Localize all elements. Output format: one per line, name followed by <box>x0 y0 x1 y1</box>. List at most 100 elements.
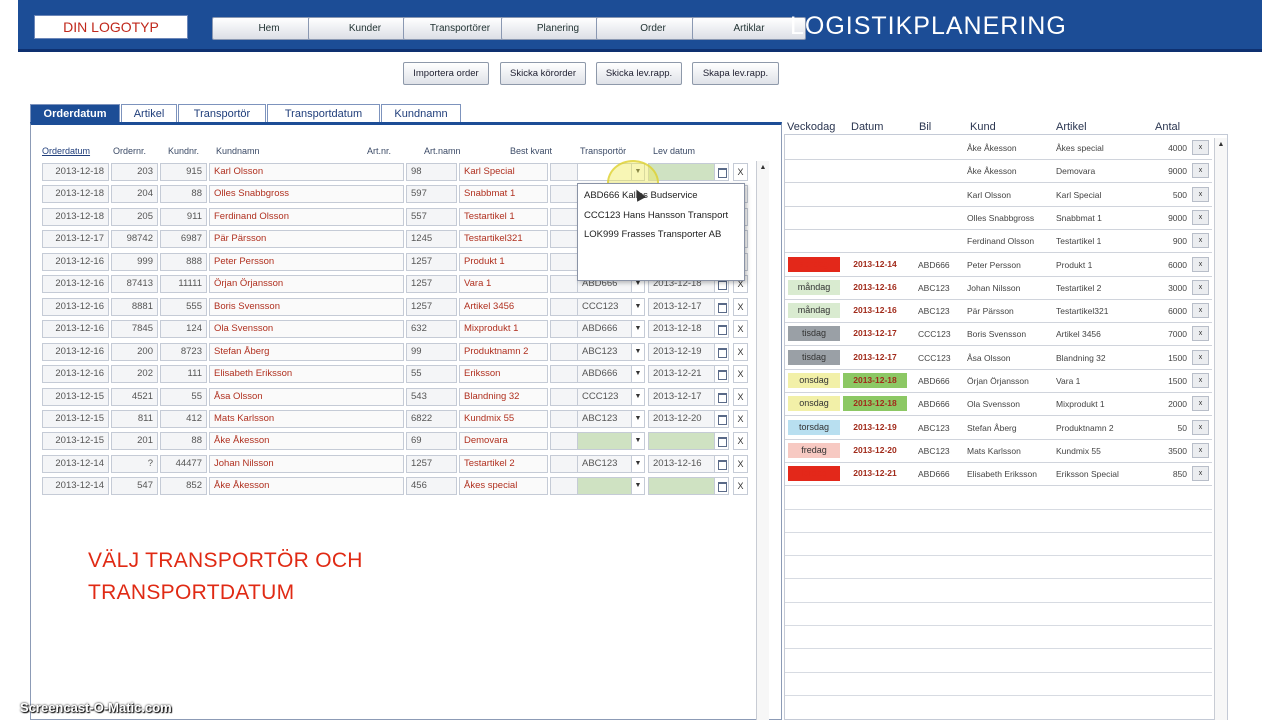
delivery-date-field[interactable] <box>648 432 715 451</box>
remove-icon[interactable]: x <box>1192 326 1209 342</box>
remove-icon[interactable]: x <box>1192 303 1209 319</box>
schedule-date: 2013-12-16 <box>853 281 897 292</box>
transporter-select[interactable]: CCC123 <box>577 387 632 406</box>
col-orderdatum[interactable]: Orderdatum <box>42 146 90 156</box>
schedule-row: Karl Olsson Karl Special 500 x <box>785 184 1212 207</box>
import-order-button[interactable]: Importera order <box>403 62 489 85</box>
remove-icon[interactable]: x <box>1192 279 1209 295</box>
close-icon[interactable]: X <box>733 432 748 451</box>
transporter-select[interactable]: ABD666 <box>577 365 632 384</box>
send-delivery-report-button[interactable]: Skicka lev.rapp. <box>596 62 682 85</box>
scroll-up-icon[interactable]: ▲ <box>757 162 769 173</box>
cell-orderdatum: 2013-12-16 <box>42 252 109 271</box>
calendar-icon[interactable] <box>714 454 729 473</box>
close-icon[interactable]: X <box>733 163 748 181</box>
transporter-select[interactable]: CCC123 <box>577 297 632 316</box>
close-icon[interactable]: X <box>733 342 748 361</box>
tab-kundnamn[interactable]: Kundnamn <box>381 104 461 123</box>
cell-artnr: 98 <box>406 163 457 181</box>
delivery-date-field[interactable]: 2013-12-20 <box>648 409 715 428</box>
delivery-date-field[interactable]: 2013-12-17 <box>648 297 715 316</box>
close-icon[interactable]: X <box>733 454 748 473</box>
nav-transportorer-button[interactable]: Transportörer <box>403 17 517 40</box>
close-icon[interactable]: X <box>733 297 748 316</box>
cell-artnamn: Snabbmat 1 <box>459 185 548 204</box>
transporter-select[interactable]: ABC123 <box>577 409 632 428</box>
schedule-customer: Åke Åkesson <box>967 166 1017 177</box>
create-delivery-report-button[interactable]: Skapa lev.rapp. <box>692 62 779 85</box>
delivery-date-field[interactable]: 2013-12-19 <box>648 342 715 361</box>
calendar-icon[interactable] <box>714 409 729 428</box>
close-icon[interactable]: X <box>733 365 748 384</box>
chevron-down-icon[interactable]: ▼ <box>631 409 645 428</box>
cell-orderdatum: 2013-12-16 <box>42 365 109 384</box>
delivery-date-field[interactable]: 2013-12-21 <box>648 365 715 384</box>
chevron-down-icon[interactable]: ▼ <box>631 297 645 316</box>
calendar-icon[interactable] <box>714 342 729 361</box>
schedule-row: Åke Åkesson Demovara 9000 x <box>785 160 1212 184</box>
close-icon[interactable]: X <box>733 387 748 406</box>
chevron-down-icon[interactable]: ▼ <box>631 454 645 473</box>
calendar-icon[interactable] <box>714 163 729 181</box>
delivery-date-field[interactable]: 2013-12-16 <box>648 454 715 473</box>
cell-kundnamn: Elisabeth Eriksson <box>209 365 404 384</box>
remove-icon[interactable]: x <box>1192 140 1209 155</box>
chevron-down-icon[interactable]: ▼ <box>631 342 645 361</box>
schedule-car: CCC123 <box>918 329 951 340</box>
delivery-date-field[interactable] <box>648 477 715 496</box>
weekday-badge: måndag <box>788 303 840 319</box>
chevron-down-icon[interactable]: ▼ <box>631 320 645 339</box>
calendar-icon[interactable] <box>714 297 729 316</box>
transporter-select[interactable] <box>577 477 632 496</box>
dropdown-option[interactable]: CCC123 Hans Hansson Transport <box>584 210 728 221</box>
tab-artikel[interactable]: Artikel <box>121 104 177 123</box>
remove-icon[interactable]: x <box>1192 349 1209 365</box>
remove-icon[interactable]: x <box>1192 209 1209 225</box>
col-kund: Kund <box>970 121 996 133</box>
tab-transportor[interactable]: Transportör <box>178 104 266 123</box>
cell-artnamn: Testartikel 2 <box>459 454 548 473</box>
remove-icon[interactable]: x <box>1192 466 1209 482</box>
right-frame <box>1262 0 1280 720</box>
remove-icon[interactable]: x <box>1192 163 1209 179</box>
close-icon[interactable]: X <box>733 409 748 428</box>
transporter-select[interactable] <box>577 432 632 451</box>
schedule-car: ABC123 <box>918 445 950 456</box>
logo[interactable]: DIN LOGOTYP <box>34 15 188 39</box>
dropdown-option[interactable]: LOK999 Frasses Transporter AB <box>584 229 721 240</box>
scroll-up-icon[interactable]: ▲ <box>1215 139 1227 150</box>
chevron-down-icon[interactable]: ▼ <box>631 432 645 451</box>
transporter-dropdown[interactable]: ABD666 Kalles Budservice CCC123 Hans Han… <box>577 183 745 281</box>
remove-icon[interactable]: x <box>1192 442 1209 458</box>
chevron-down-icon[interactable]: ▼ <box>631 387 645 406</box>
remove-icon[interactable]: x <box>1192 186 1209 202</box>
tab-orderdatum[interactable]: Orderdatum <box>30 104 120 123</box>
orders-scrollbar[interactable]: ▲ <box>756 161 769 720</box>
remove-icon[interactable]: x <box>1192 396 1209 412</box>
calendar-icon[interactable] <box>714 320 729 339</box>
calendar-icon[interactable] <box>714 432 729 451</box>
schedule-scrollbar[interactable]: ▲ <box>1214 138 1227 720</box>
delivery-date-field[interactable]: 2013-12-17 <box>648 387 715 406</box>
tab-transportdatum[interactable]: Transportdatum <box>267 104 380 123</box>
cell-kundnr: 88 <box>160 432 207 451</box>
transporter-select[interactable]: ABC123 <box>577 454 632 473</box>
calendar-icon[interactable] <box>714 477 729 496</box>
remove-icon[interactable]: x <box>1192 256 1209 272</box>
close-icon[interactable]: X <box>733 320 748 339</box>
remove-icon[interactable]: x <box>1192 373 1209 388</box>
close-icon[interactable]: X <box>733 477 748 496</box>
chevron-down-icon[interactable]: ▼ <box>631 477 645 496</box>
calendar-icon[interactable] <box>714 365 729 384</box>
cell-kundnamn: Karl Olsson <box>209 163 404 181</box>
transporter-select[interactable]: ABD666 <box>577 320 632 339</box>
calendar-icon[interactable] <box>714 387 729 406</box>
chevron-down-icon[interactable]: ▼ <box>631 365 645 384</box>
nav-artiklar-button[interactable]: Artiklar <box>692 17 806 40</box>
remove-icon[interactable]: x <box>1192 233 1209 249</box>
remove-icon[interactable]: x <box>1192 419 1209 435</box>
weekday-badge: måndag <box>788 279 840 295</box>
send-driving-order-button[interactable]: Skicka körorder <box>500 62 586 85</box>
delivery-date-field[interactable]: 2013-12-18 <box>648 320 715 339</box>
transporter-select[interactable]: ABC123 <box>577 342 632 361</box>
